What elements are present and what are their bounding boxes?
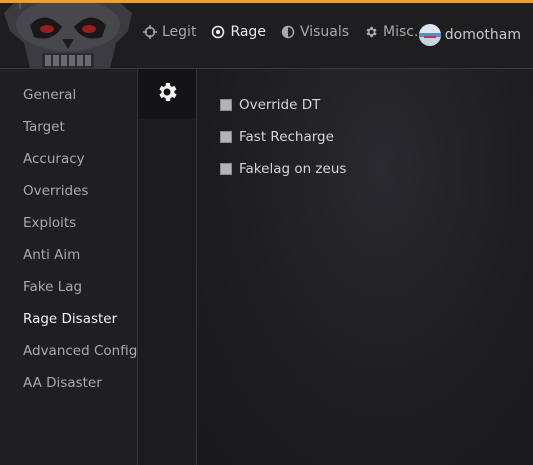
- tab-visuals[interactable]: Visuals: [281, 24, 349, 40]
- top-nav: Legit Rage Visuals Misc.: [143, 24, 433, 40]
- gear-icon: [155, 80, 179, 108]
- fakelag-on-zeus-checkbox[interactable]: [220, 163, 232, 175]
- avatar: [418, 24, 441, 46]
- fakelag-on-zeus-label: Fakelag on zeus: [239, 161, 347, 177]
- username: domotham: [444, 27, 521, 43]
- subtab-column: [138, 69, 197, 465]
- fast-recharge-label: Fast Recharge: [239, 129, 334, 145]
- tab-rage-label: Rage: [230, 24, 266, 40]
- sidebar-item-exploits[interactable]: Exploits: [23, 215, 76, 231]
- option-override-dt: Override DT: [220, 97, 320, 113]
- target-icon: [211, 25, 225, 39]
- sidebar-item-fake-lag[interactable]: Fake Lag: [23, 279, 82, 295]
- sidebar-item-advanced-config[interactable]: Advanced Config: [23, 343, 137, 359]
- crosshair-icon: [143, 25, 157, 39]
- sidebar-item-target[interactable]: Target: [23, 119, 65, 135]
- sidebar-item-rage-disaster[interactable]: Rage Disaster: [23, 311, 117, 327]
- tab-rage[interactable]: Rage: [211, 24, 266, 40]
- override-dt-label: Override DT: [239, 97, 321, 113]
- option-fast-recharge: Fast Recharge: [220, 129, 334, 145]
- sidebar: General Target Accuracy Overrides Exploi…: [0, 69, 138, 465]
- header-bar: Legit Rage Visuals Misc. domotham: [0, 3, 533, 69]
- half-circle-icon: [281, 25, 295, 39]
- sidebar-item-overrides[interactable]: Overrides: [23, 183, 88, 199]
- option-fakelag-on-zeus: Fakelag on zeus: [220, 161, 346, 177]
- gear-icon: [364, 25, 378, 39]
- fast-recharge-checkbox[interactable]: [220, 131, 232, 143]
- sidebar-item-anti-aim[interactable]: Anti Aim: [23, 247, 80, 263]
- user-profile[interactable]: domotham: [418, 24, 521, 46]
- skull-logo: [0, 3, 136, 68]
- tab-misc[interactable]: Misc.: [364, 24, 418, 40]
- override-dt-checkbox[interactable]: [220, 99, 232, 111]
- options-panel: Override DT Fast Recharge Fakelag on zeu…: [197, 69, 533, 465]
- tab-misc-label: Misc.: [383, 24, 419, 40]
- sidebar-item-accuracy[interactable]: Accuracy: [23, 151, 85, 167]
- sidebar-item-aa-disaster[interactable]: AA Disaster: [23, 375, 102, 391]
- subtab-settings[interactable]: [138, 69, 196, 119]
- tab-legit-label: Legit: [162, 24, 197, 40]
- sidebar-item-general[interactable]: General: [23, 87, 76, 103]
- tab-visuals-label: Visuals: [299, 24, 350, 40]
- tab-legit[interactable]: Legit: [143, 24, 196, 40]
